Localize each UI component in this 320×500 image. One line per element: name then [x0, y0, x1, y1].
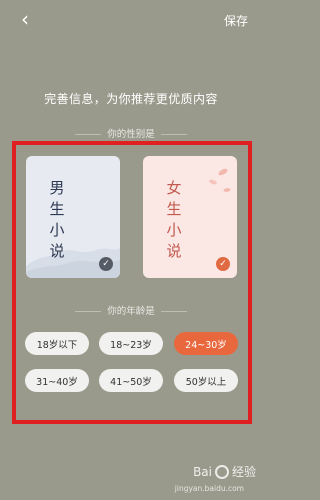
male-label-char: 小	[49, 221, 65, 239]
baidu-watermark: Bai 经验	[193, 463, 256, 480]
female-novel-label: 女 生 小 说	[165, 178, 183, 262]
paw-icon	[214, 464, 229, 479]
female-label-char: 女	[166, 179, 182, 197]
age-option-18-23[interactable]: 18~23岁	[99, 332, 163, 355]
female-label-char: 小	[166, 221, 182, 239]
age-option-over-50[interactable]: 50岁以上	[174, 369, 238, 392]
watermark-url: jingyan.baidu.com	[174, 484, 244, 493]
watermark-brand-left: Bai	[193, 464, 212, 479]
watermark-brand-right: 经验	[231, 465, 256, 479]
check-icon: ✓	[216, 257, 230, 271]
divider	[75, 311, 102, 312]
top-bar: ‹ 保存	[0, 0, 262, 40]
gender-card-male[interactable]: 男 生 小 说 ✓	[26, 156, 120, 278]
save-button[interactable]: 保存	[224, 12, 248, 29]
male-novel-label: 男 生 小 说	[48, 178, 66, 262]
age-option-31-40[interactable]: 31~40岁	[25, 369, 89, 392]
page-headline: 完善信息，为你推荐更优质内容	[44, 92, 218, 106]
petals-illustration	[209, 168, 231, 192]
age-option-41-50[interactable]: 41~50岁	[99, 369, 163, 392]
female-label-char: 说	[166, 242, 182, 260]
male-label-char: 生	[49, 200, 65, 218]
age-option-under-18[interactable]: 18岁以下	[25, 332, 89, 355]
male-label-char: 说	[49, 242, 65, 260]
age-option-24-30[interactable]: 24~30岁	[174, 332, 238, 355]
back-button[interactable]: ‹	[12, 6, 38, 32]
divider	[160, 311, 187, 312]
check-icon: ✓	[99, 257, 113, 271]
chevron-left-icon: ‹	[21, 7, 29, 31]
age-title-text: 你的年龄是	[107, 306, 155, 317]
female-label-char: 生	[166, 200, 182, 218]
gender-title-text: 你的性别是	[107, 129, 155, 140]
divider	[160, 134, 187, 135]
age-section-title: 你的年龄是	[0, 303, 262, 317]
divider	[75, 134, 102, 135]
gender-section-title: 你的性别是	[0, 126, 262, 140]
gender-card-female[interactable]: 女 生 小 说 ✓	[143, 156, 237, 278]
male-label-char: 男	[49, 179, 65, 197]
